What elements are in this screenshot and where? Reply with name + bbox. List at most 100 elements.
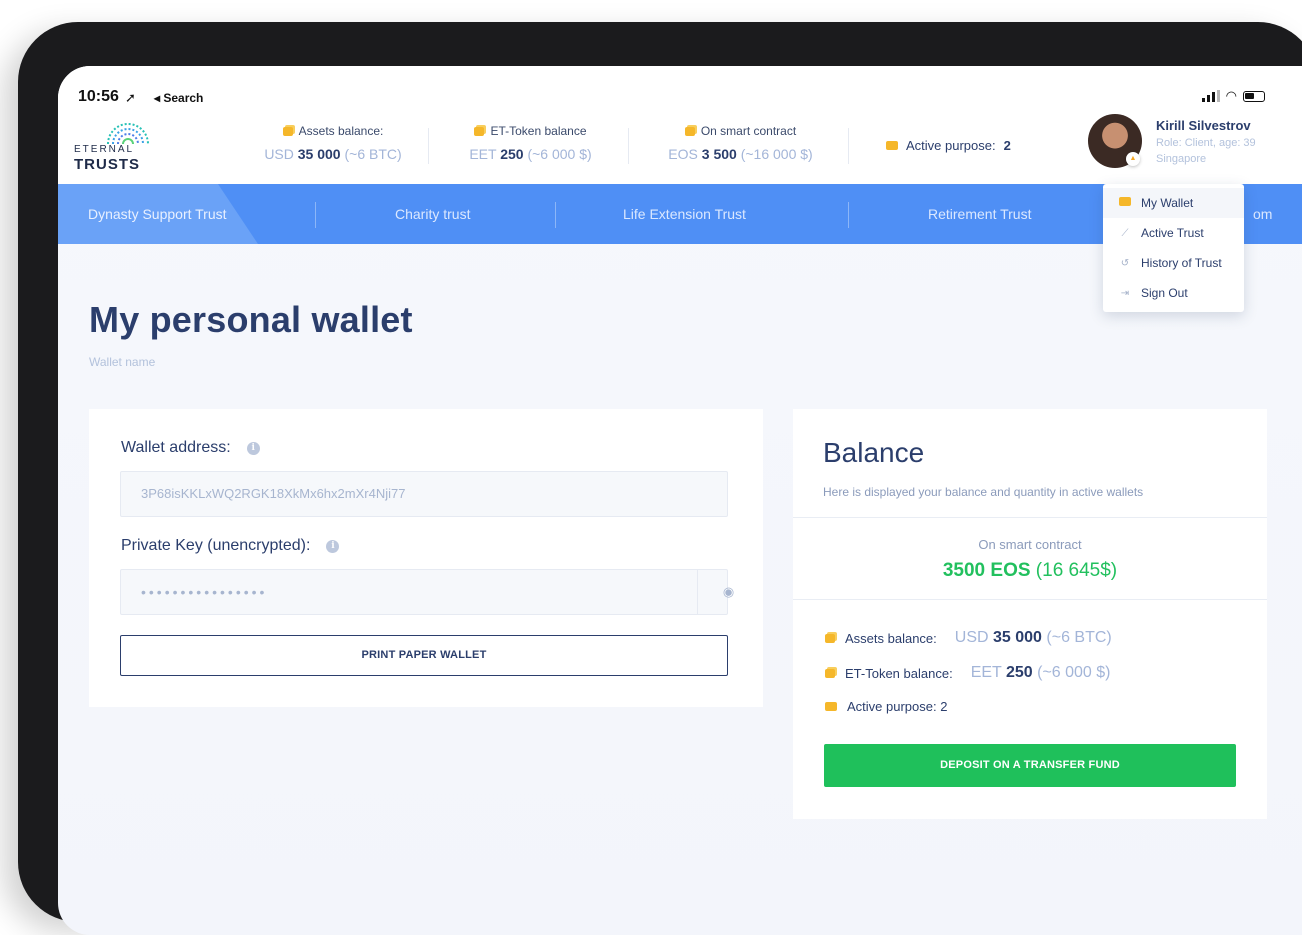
nav-divider xyxy=(555,202,556,228)
status-time: 10:56 xyxy=(78,88,119,105)
balance-amount: 35 000 xyxy=(993,629,1042,646)
stat-amount: 35 000 xyxy=(297,146,341,162)
wallet-address-field[interactable]: 3P68isKKLxWQ2RGK18XkMx6hx2mXr4Nji77 xyxy=(120,471,728,517)
stat-conversion: (~6 000 $) xyxy=(523,146,592,162)
print-paper-wallet-button[interactable]: PRINT PAPER WALLET xyxy=(120,635,728,676)
status-bar: 10:56 ➚ ◂ Search ◠ xyxy=(58,66,1302,108)
wallet-name-subtitle[interactable]: Wallet name xyxy=(89,355,155,369)
field-label-text: Private Key (unencrypted): xyxy=(121,537,311,554)
assets-balance-row: Assets balance: USD 35 000 (~6 BTC) xyxy=(825,629,1112,647)
stat-label: On smart contract xyxy=(700,124,797,138)
wifi-icon: ◠ xyxy=(1225,88,1237,103)
wallet-address-label: Wallet address: i xyxy=(121,439,260,457)
stat-currency: EET xyxy=(469,146,501,162)
tablet-frame: 10:56 ➚ ◂ Search ◠ ETERNAL TRUSTS Assets… xyxy=(18,22,1302,935)
chart-icon: ⟋ xyxy=(1121,227,1129,239)
active-purpose-stat: Active purpose: 2 xyxy=(886,138,1011,153)
screen: 10:56 ➚ ◂ Search ◠ ETERNAL TRUSTS Assets… xyxy=(58,66,1302,935)
coins-icon xyxy=(684,126,695,136)
divider xyxy=(793,599,1267,600)
signal-icon xyxy=(1201,90,1220,102)
menu-item-label: Sign Out xyxy=(1141,286,1188,300)
menu-item-label: History of Trust xyxy=(1141,256,1222,270)
logo-text-bottom: TRUSTS xyxy=(74,156,140,173)
page-title: My personal wallet xyxy=(89,299,413,340)
eye-icon[interactable]: ◉ xyxy=(697,570,759,614)
nav-item-dynasty-support-trust[interactable]: Dynasty Support Trust xyxy=(88,184,227,244)
user-role: Role: Client, age: 39 xyxy=(1156,137,1256,149)
active-purpose-row: Active purpose: 2 xyxy=(825,699,947,714)
nav-item-truncated[interactable]: om xyxy=(1253,184,1272,244)
active-purpose-text: Active purpose: 2 xyxy=(847,699,948,714)
balance-currency: EET xyxy=(970,664,1006,681)
wallet-icon xyxy=(825,702,837,711)
user-dropdown-menu: My Wallet ⟋ Active Trust ↺ History of Tr… xyxy=(1103,184,1244,312)
wallet-icon xyxy=(1119,197,1131,209)
divider xyxy=(793,517,1267,518)
balance-title: Balance xyxy=(823,437,925,468)
divider xyxy=(428,128,429,164)
private-key-masked: •••••••••••••••• xyxy=(141,584,268,600)
stat-amount: 3 500 xyxy=(701,146,737,162)
coins-icon xyxy=(825,633,835,643)
wallet-icon xyxy=(886,141,898,150)
stat-currency: EOS xyxy=(668,146,702,162)
smart-contract-label: On smart contract xyxy=(978,537,1082,552)
coins-icon xyxy=(282,126,293,136)
battery-icon xyxy=(1243,90,1265,102)
info-icon[interactable]: i xyxy=(326,539,340,553)
wallet-details-card: Wallet address: i 3P68isKKLxWQ2RGK18XkMx… xyxy=(89,409,763,707)
active-purpose-label: Active purpose: xyxy=(906,138,996,153)
nav-divider xyxy=(848,202,849,228)
back-to-search[interactable]: ◂ Search xyxy=(154,91,203,105)
menu-item-my-wallet[interactable]: My Wallet xyxy=(1103,188,1244,218)
et-token-balance-row: ET-Token balance: EET 250 (~6 000 $) xyxy=(825,664,1111,682)
coins-icon xyxy=(825,668,835,678)
balance-card: Balance Here is displayed your balance a… xyxy=(793,409,1267,819)
info-icon[interactable]: i xyxy=(246,441,260,455)
stat-conversion: (~6 BTC) xyxy=(340,146,402,162)
stat-currency: USD xyxy=(264,146,298,162)
user-city: Singapore xyxy=(1156,153,1207,165)
status-indicators: ◠ xyxy=(1201,88,1265,103)
stat-amount: 250 xyxy=(500,146,524,162)
deposit-transfer-fund-button[interactable]: DEPOSIT ON A TRANSFER FUND xyxy=(824,744,1236,787)
menu-item-sign-out[interactable]: ⇥ Sign Out xyxy=(1103,278,1244,308)
history-icon: ↺ xyxy=(1120,257,1130,269)
stat-label: ET-Token balance xyxy=(490,124,587,138)
balance-row-label: ET-Token balance: xyxy=(845,665,953,681)
logo-text-top: ETERNAL xyxy=(74,144,135,155)
location-icon: ➚ xyxy=(125,90,136,105)
smart-contract-usd: (16 645$) xyxy=(1030,560,1118,581)
top-header: ETERNAL TRUSTS Assets balance: USD 35 00… xyxy=(58,108,1302,184)
eternal-trusts-logo[interactable]: ETERNAL TRUSTS xyxy=(74,116,164,174)
user-avatar[interactable]: ▲ xyxy=(1088,114,1142,168)
private-key-label: Private Key (unencrypted): i xyxy=(121,537,340,555)
nav-item-charity-trust[interactable]: Charity trust xyxy=(395,184,470,244)
stat-conversion: (~16 000 $) xyxy=(736,146,813,162)
logo-mark-icon xyxy=(107,123,149,145)
balance-currency: USD xyxy=(954,629,994,646)
field-label-text: Wallet address: xyxy=(121,439,231,456)
smart-contract-stat: On smart contract EOS 3 500 (~16 000 $) xyxy=(653,124,828,170)
divider xyxy=(628,128,629,164)
menu-item-label: Active Trust xyxy=(1141,226,1204,240)
balance-description: Here is displayed your balance and quant… xyxy=(823,485,1144,499)
menu-item-history-of-trust[interactable]: ↺ History of Trust xyxy=(1103,248,1244,278)
chevron-up-icon[interactable]: ▲ xyxy=(1126,152,1140,166)
stat-label: Assets balance: xyxy=(298,124,384,138)
et-token-stat: ET-Token balance EET 250 (~6 000 $) xyxy=(453,124,608,170)
nav-item-retirement-trust[interactable]: Retirement Trust xyxy=(928,184,1031,244)
balance-conversion: (~6 BTC) xyxy=(1041,629,1112,646)
nav-divider xyxy=(315,202,316,228)
divider xyxy=(848,128,849,164)
menu-item-label: My Wallet xyxy=(1141,196,1194,210)
private-key-field[interactable]: •••••••••••••••• ◉ xyxy=(120,569,734,615)
balance-amount: 250 xyxy=(1005,664,1033,681)
menu-item-active-trust[interactable]: ⟋ Active Trust xyxy=(1103,218,1244,248)
balance-conversion: (~6 000 $) xyxy=(1032,664,1111,681)
coins-icon xyxy=(474,126,485,136)
smart-contract-value: 3500 EOS (16 645$) xyxy=(793,560,1267,582)
nav-item-life-extension-trust[interactable]: Life Extension Trust xyxy=(623,184,746,244)
assets-balance-stat: Assets balance: USD 35 000 (~6 BTC) xyxy=(248,124,418,170)
